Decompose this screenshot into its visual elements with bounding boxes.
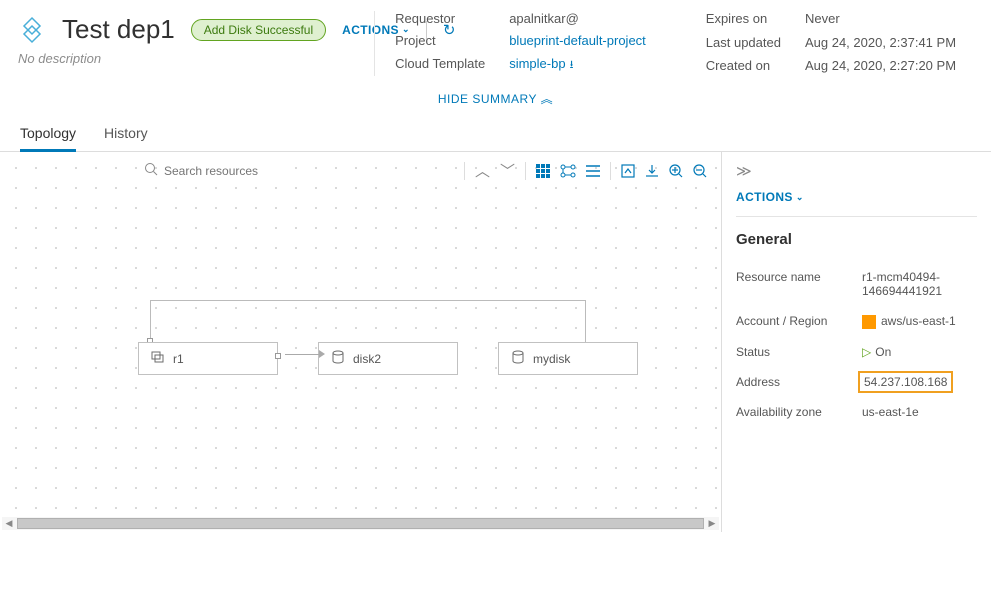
chevron-down-icon: ⌄ [796, 192, 804, 203]
project-label: Project [395, 33, 485, 49]
divider [525, 162, 526, 180]
disk-icon [331, 350, 345, 367]
download-canvas-icon[interactable] [645, 164, 659, 178]
expires-label: Expires on [706, 11, 781, 29]
search-field[interactable] [144, 162, 294, 179]
canvas-toolbar: ︿ ﹀ [0, 160, 721, 181]
scroll-thumb[interactable] [17, 518, 704, 529]
horizontal-scrollbar[interactable]: ◀ ▶ [2, 517, 719, 530]
node-label: disk2 [353, 352, 381, 366]
account-label: Account / Region [736, 314, 846, 329]
details-sidebar: ≫ ACTIONS ⌄ General Resource name r1-mcm… [721, 152, 991, 532]
zoom-in-icon[interactable] [669, 164, 683, 178]
created-label: Created on [706, 58, 781, 76]
app-logo-icon [18, 16, 46, 44]
hide-summary-toggle[interactable]: HIDE SUMMARY ︽ [0, 76, 991, 117]
project-link[interactable]: blueprint-default-project [509, 33, 646, 49]
sidebar-actions-dropdown[interactable]: ACTIONS ⌄ [736, 164, 977, 217]
grid-view-icon[interactable] [536, 164, 550, 178]
resource-name-value: r1-mcm40494-146694441921 [862, 270, 977, 298]
property-row: Account / Region aws/us-east-1 [736, 306, 977, 337]
requestor-value: apalnitkar@ [509, 11, 646, 27]
hide-summary-label: HIDE SUMMARY [438, 92, 537, 106]
node-r1[interactable]: r1 [138, 342, 278, 375]
tab-topology[interactable]: Topology [20, 117, 76, 152]
collapse-sidebar-icon[interactable]: ≫ [736, 162, 752, 180]
az-label: Availability zone [736, 405, 846, 419]
node-label: r1 [173, 352, 184, 366]
node-mydisk[interactable]: mydisk [498, 342, 638, 375]
node-disk2[interactable]: disk2 [318, 342, 458, 375]
az-value: us-east-1e [862, 405, 977, 419]
port-icon [275, 353, 281, 359]
created-value: Aug 24, 2020, 2:27:20 PM [805, 58, 956, 76]
node-label: mydisk [533, 352, 570, 366]
summary-panel: Requestor apalnitkar@ Project blueprint-… [374, 11, 956, 76]
address-value: 54.237.108.168 [862, 375, 977, 389]
expires-value: Never [805, 11, 956, 29]
sidebar-actions-label: ACTIONS [736, 190, 793, 204]
list-view-icon[interactable] [586, 164, 600, 178]
zoom-out-icon[interactable] [693, 164, 707, 178]
scroll-left-icon[interactable]: ◀ [2, 518, 16, 529]
scroll-right-icon[interactable]: ▶ [705, 518, 719, 529]
updated-value: Aug 24, 2020, 2:37:41 PM [805, 35, 956, 53]
tabs: Topology History [0, 117, 991, 152]
property-row: Resource name r1-mcm40494-146694441921 [736, 262, 977, 306]
canvas-wrap: ︿ ﹀ [0, 152, 721, 532]
download-icon[interactable]: ⭳ [570, 59, 574, 71]
disk-icon [511, 350, 525, 367]
nodes: r1 disk2 mydisk [138, 342, 638, 375]
property-row: Availability zone us-east-1e [736, 397, 977, 427]
status-label: Status [736, 345, 846, 359]
chevron-up-icon: ︽ [541, 92, 554, 106]
expand-icon[interactable]: ﹀ [500, 160, 515, 181]
resource-name-label: Resource name [736, 270, 846, 298]
section-title: General [736, 217, 977, 262]
address-label: Address [736, 375, 846, 389]
main-content: ︿ ﹀ [0, 152, 991, 532]
divider [464, 162, 465, 180]
divider [610, 162, 611, 180]
updated-label: Last updated [706, 35, 781, 53]
description: No description [0, 51, 119, 76]
page-title: Test dep1 [62, 14, 175, 45]
property-row: Status ▷ On [736, 337, 977, 367]
template-link[interactable]: simple-bp [509, 56, 565, 71]
aws-icon [862, 315, 876, 329]
account-text: aws/us-east-1 [881, 314, 956, 328]
tab-history[interactable]: History [104, 117, 148, 151]
account-value: aws/us-east-1 [862, 314, 977, 329]
requestor-label: Requestor [395, 11, 485, 27]
tree-view-icon[interactable] [560, 164, 576, 178]
collapse-icon[interactable]: ︿ [475, 160, 490, 181]
fit-screen-icon[interactable] [621, 164, 635, 178]
connector-elbow [150, 300, 586, 342]
compute-icon [151, 350, 165, 367]
status-value: ▷ On [862, 345, 977, 359]
search-icon [144, 162, 158, 179]
property-row: Address 54.237.108.168 [736, 367, 977, 397]
address-text: 54.237.108.168 [858, 371, 953, 393]
search-input[interactable] [164, 164, 294, 178]
connector-arrow [285, 350, 325, 358]
status-badge: Add Disk Successful [191, 19, 326, 41]
status-text: On [875, 345, 891, 359]
play-icon: ▷ [862, 345, 871, 359]
template-label: Cloud Template [395, 56, 485, 76]
